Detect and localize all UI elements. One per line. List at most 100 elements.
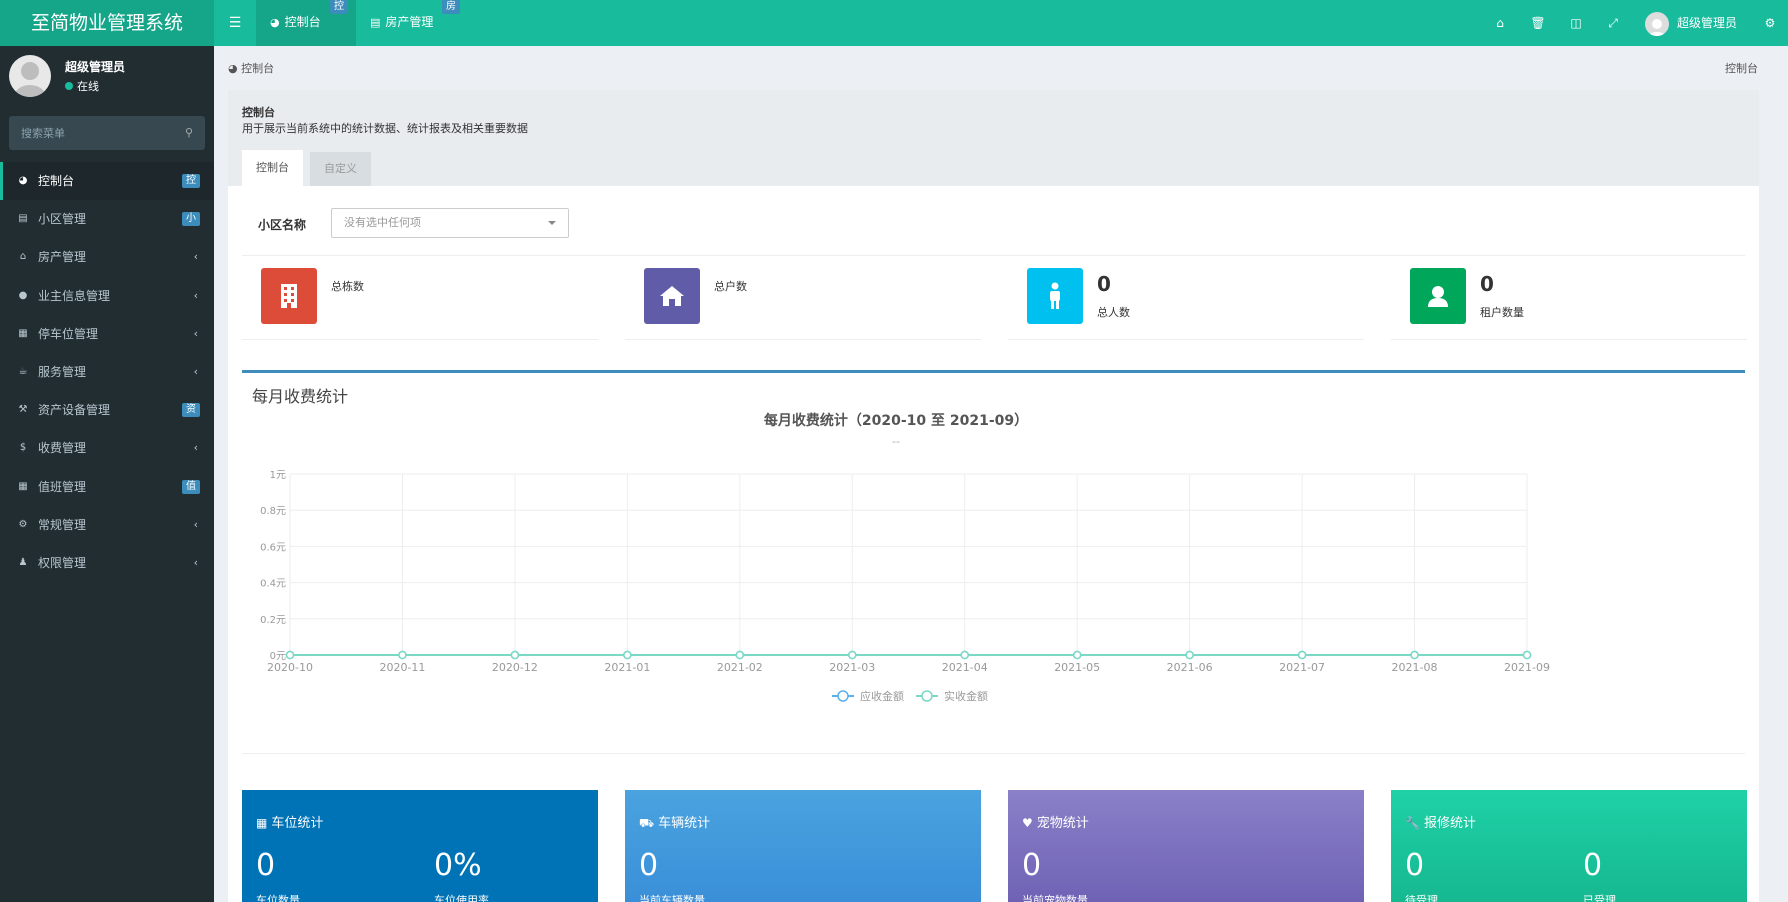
calendar-icon: ▦ xyxy=(18,480,28,492)
dollar-icon: $ xyxy=(19,442,27,454)
stat-value: 0 xyxy=(1480,272,1494,296)
data-point xyxy=(1185,650,1194,660)
sidebar-item-assets[interactable]: ⚒ 资产设备管理 资 xyxy=(0,391,214,429)
info-card-parking: ▦ 车位统计 0 车位数量 0% 车位使用率 xyxy=(242,790,598,902)
legend-marker xyxy=(921,690,933,702)
data-point xyxy=(1410,650,1419,660)
menu-badge: 值 xyxy=(182,479,200,494)
chart-title: 每月收费统计（2020-10 至 2021-09） xyxy=(764,412,1028,429)
avatar xyxy=(9,55,51,97)
sidebar-item-parking[interactable]: ▦ 停车位管理 ‹ xyxy=(0,315,214,353)
app-logo[interactable]: 至简物业管理系统 xyxy=(0,0,214,46)
data-point xyxy=(623,650,632,660)
info-card-title: ▦ 车位统计 xyxy=(256,816,324,831)
film-icon: ▦ xyxy=(18,327,28,339)
building-icon xyxy=(261,268,317,324)
y-tick-label: 0.8元 xyxy=(260,506,286,517)
info-label: 已受理 xyxy=(1583,894,1616,902)
community-select[interactable]: 没有选中任何项 xyxy=(331,208,569,238)
breadcrumb-right: 控制台 xyxy=(1725,62,1758,75)
wrench-icon: 🔧 xyxy=(1405,816,1420,830)
sidebar-item-service[interactable]: ☕ 服务管理 ‹ xyxy=(0,353,214,391)
info-card-vehicles: ⛟ 车辆统计 0 当前车辆数量 xyxy=(625,790,981,902)
data-point xyxy=(735,650,745,660)
info-value: 0 xyxy=(256,848,276,883)
user-name: 超级管理员 xyxy=(65,60,126,74)
dashboard-icon: ◕ xyxy=(270,16,280,29)
trash-icon[interactable]: 🗑 xyxy=(1523,0,1553,46)
top-user-menu[interactable]: 超级管理员 xyxy=(1645,0,1737,46)
search-icon[interactable]: ⚲ xyxy=(185,126,193,139)
sidebar-item-billing[interactable]: $ 收费管理 ‹ xyxy=(0,429,214,467)
panel-description: 用于展示当前系统中的统计数据、统计报表及相关重要数据 xyxy=(242,122,528,135)
top-tab-property[interactable]: ▤ 房产管理 房 xyxy=(356,0,468,46)
x-tick-label: 2021-09 xyxy=(1504,661,1550,674)
menu-toggle-icon[interactable]: ☰ xyxy=(222,0,248,46)
fullscreen-icon[interactable]: ⤢ xyxy=(1598,0,1628,46)
dashboard-icon: ◕ xyxy=(228,62,238,75)
y-tick-label: 0.4元 xyxy=(260,579,286,590)
group-icon: ♟ xyxy=(18,556,28,568)
x-tick-label: 2021-04 xyxy=(942,661,988,674)
heart-icon: ♥ xyxy=(1022,816,1033,830)
breadcrumb: ◕ 控制台 xyxy=(228,62,275,75)
sidebar-item-duty[interactable]: ▦ 值班管理 值 xyxy=(0,468,214,506)
film-icon: ▦ xyxy=(256,816,268,830)
chevron-left-icon: ‹ xyxy=(193,250,198,264)
stat-value: 0 xyxy=(1097,272,1111,296)
sidebar-item-owner[interactable]: ● 业主信息管理 ‹ xyxy=(0,277,214,315)
chevron-left-icon: ‹ xyxy=(193,326,198,340)
info-value: 0% xyxy=(434,848,482,883)
info-card-title: 🔧 报修统计 xyxy=(1405,816,1476,831)
y-tick-label: 0.2元 xyxy=(260,615,286,626)
tab-custom[interactable]: 自定义 xyxy=(310,152,371,186)
panel-body: 小区名称 没有选中任何项 总栋数 总户数 0 总人数 0 租户数量 每月收费统计… xyxy=(228,186,1759,902)
sidebar-item-community[interactable]: ▤ 小区管理 小 xyxy=(0,200,214,238)
x-tick-label: 2020-12 xyxy=(492,661,538,674)
home-icon[interactable]: ⌂ xyxy=(1485,0,1515,46)
gavel-icon: ⚒ xyxy=(18,404,28,416)
info-value: 0 xyxy=(1583,848,1603,883)
menu-badge: 控 xyxy=(182,174,200,188)
stat-card-tenants: 0 租户数量 xyxy=(1391,268,1747,340)
sidebar-item-general[interactable]: ⚙ 常规管理 ‹ xyxy=(0,506,214,544)
panel-title: 控制台 xyxy=(242,106,275,119)
panel-header: 控制台 用于展示当前系统中的统计数据、统计报表及相关重要数据 控制台 自定义 xyxy=(228,90,1759,186)
stat-label: 总户数 xyxy=(714,280,747,293)
y-tick-label: 1元 xyxy=(270,470,286,481)
x-tick-label: 2021-08 xyxy=(1392,661,1438,674)
stat-label: 总栋数 xyxy=(331,280,364,293)
user-panel: 超级管理员 在线 xyxy=(0,46,214,108)
menu-badge: 小 xyxy=(182,212,200,227)
data-point xyxy=(398,650,407,660)
data-point xyxy=(1072,650,1082,660)
gears-icon: ⚙ xyxy=(18,518,28,530)
x-tick-label: 2021-03 xyxy=(829,661,875,674)
info-card-title: ⛟ 车辆统计 xyxy=(639,816,711,831)
gears-icon[interactable]: ⚙ xyxy=(1755,0,1785,46)
user-icon xyxy=(1410,268,1466,324)
info-label: 待受理 xyxy=(1405,894,1438,902)
menu-search-input[interactable] xyxy=(9,116,169,150)
sidebar-item-permission[interactable]: ♟ 权限管理 ‹ xyxy=(0,544,214,582)
info-label: 当前宠物数量 xyxy=(1022,894,1088,902)
data-point xyxy=(1522,650,1532,660)
home-icon: ⌂ xyxy=(19,251,27,263)
avatar xyxy=(1645,11,1669,36)
stat-card-people: 0 总人数 xyxy=(1008,268,1364,340)
home-icon xyxy=(644,268,700,324)
sidebar-menu: ◕ 控制台 控 ▤ 小区管理 小 ⌂ 房产管理 ‹ ● 业主信息管理 ‹ ▦ 停车位管理 … xyxy=(0,162,214,582)
x-tick-label: 2020-11 xyxy=(379,661,425,674)
x-tick-label: 2021-05 xyxy=(1054,661,1100,674)
dashboard-icon: ◕ xyxy=(18,175,28,186)
stat-card-buildings: 总栋数 xyxy=(242,268,598,340)
info-label: 当前车辆数量 xyxy=(639,894,705,902)
sidebar-item-property[interactable]: ⌂ 房产管理 ‹ xyxy=(0,238,214,276)
chevron-left-icon: ‹ xyxy=(193,517,198,531)
language-icon[interactable]: ◫ xyxy=(1561,0,1591,46)
sidebar-item-dashboard[interactable]: ◕ 控制台 控 xyxy=(0,162,214,201)
tab-dashboard[interactable]: 控制台 xyxy=(242,150,303,186)
menu-badge: 资 xyxy=(182,403,200,418)
chevron-left-icon: ‹ xyxy=(193,555,198,569)
top-tab-dashboard[interactable]: ◕ 控制台 控 xyxy=(256,0,356,46)
